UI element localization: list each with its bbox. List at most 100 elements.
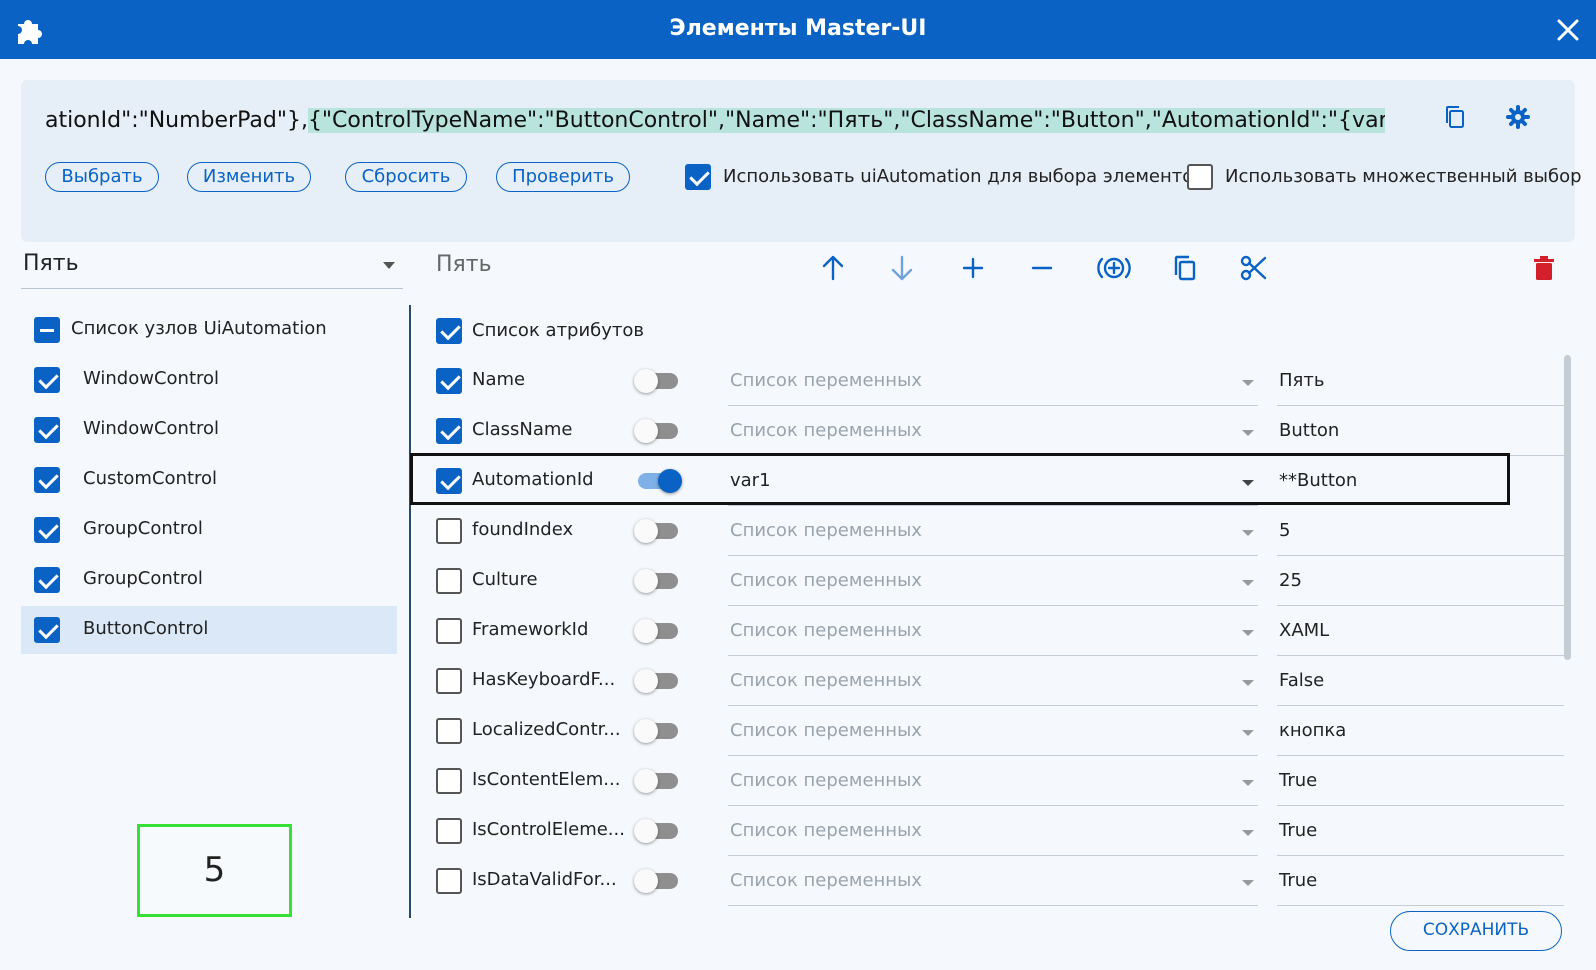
attribute-value-field[interactable]: True (1277, 760, 1564, 806)
gear-icon[interactable] (1505, 104, 1531, 130)
attribute-checkbox[interactable] (436, 418, 462, 444)
add-circle-icon[interactable] (1097, 254, 1131, 282)
copy-icon[interactable] (1443, 104, 1467, 130)
variable-placeholder: Список переменных (730, 620, 922, 641)
attribute-value-field[interactable]: 25 (1277, 560, 1564, 606)
attribute-value-field[interactable]: Button (1277, 410, 1564, 456)
attribute-value-field[interactable]: True (1277, 860, 1564, 906)
variable-toggle[interactable] (634, 619, 678, 643)
tree-node-checkbox[interactable] (34, 467, 60, 493)
variable-combo[interactable]: Список переменных (728, 560, 1258, 606)
attribute-row: Culture Список переменных 25 (412, 556, 1564, 606)
reset-button[interactable]: Сбросить (345, 162, 467, 192)
copy-icon[interactable] (1171, 254, 1199, 282)
variable-value: var1 (730, 470, 771, 491)
variable-toggle[interactable] (634, 569, 678, 593)
variable-toggle[interactable] (634, 419, 678, 443)
variable-placeholder: Список переменных (730, 870, 922, 891)
attributes-all-checkbox[interactable] (436, 318, 462, 344)
arrow-down-icon[interactable] (888, 254, 916, 282)
chevron-down-icon (1242, 630, 1254, 636)
variable-combo[interactable]: Список переменных (728, 610, 1258, 656)
variable-combo[interactable]: Список переменных (728, 360, 1258, 406)
variable-toggle[interactable] (638, 469, 682, 493)
check-button[interactable]: Проверить (496, 162, 630, 192)
attribute-value: False (1279, 670, 1325, 691)
tree-node-selected[interactable]: ButtonControl (21, 606, 397, 654)
select-button[interactable]: Выбрать (45, 162, 159, 192)
attribute-value-field[interactable]: кнопка (1277, 710, 1564, 756)
attribute-value-field[interactable]: **Button (1277, 460, 1564, 506)
selector-prefix: ationId":"NumberPad"}, (45, 108, 308, 133)
attribute-row: foundIndex Список переменных 5 (412, 506, 1564, 556)
trash-icon[interactable] (1530, 254, 1558, 282)
attribute-checkbox[interactable] (436, 618, 462, 644)
tree-node-checkbox[interactable] (34, 367, 60, 393)
variable-combo[interactable]: var1 (728, 460, 1258, 506)
chevron-down-icon (1242, 430, 1254, 436)
multi-select-checkbox[interactable] (1187, 164, 1213, 190)
scissors-icon[interactable] (1240, 254, 1268, 282)
attribute-value: **Button (1279, 470, 1358, 491)
tree-node[interactable]: GroupControl (21, 556, 397, 604)
selector-string[interactable]: ationId":"NumberPad"},{"ControlTypeName"… (45, 102, 1385, 140)
tree-root-checkbox[interactable] (34, 317, 60, 343)
attribute-value: 25 (1279, 570, 1302, 591)
attribute-name: IsControlEleme... (472, 819, 625, 840)
tree-node[interactable]: CustomControl (21, 456, 397, 504)
attribute-value-field[interactable]: True (1277, 810, 1564, 856)
variable-toggle[interactable] (634, 719, 678, 743)
attribute-checkbox[interactable] (436, 668, 462, 694)
attribute-checkbox[interactable] (436, 718, 462, 744)
edit-button[interactable]: Изменить (187, 162, 311, 192)
tree-node-checkbox[interactable] (34, 517, 60, 543)
minus-icon[interactable] (1028, 254, 1056, 282)
variable-combo[interactable]: Список переменных (728, 660, 1258, 706)
attribute-checkbox[interactable] (436, 818, 462, 844)
tree-root[interactable]: Список узлов UiAutomation (21, 306, 397, 354)
attribute-name: IsContentElem... (472, 769, 621, 790)
variable-toggle[interactable] (634, 819, 678, 843)
attribute-checkbox[interactable] (436, 768, 462, 794)
attribute-value-field[interactable]: Пять (1277, 360, 1564, 406)
chevron-down-icon (1242, 830, 1254, 836)
attribute-checkbox[interactable] (436, 368, 462, 394)
tree-node[interactable]: GroupControl (21, 506, 397, 554)
tree-node[interactable]: WindowControl (21, 406, 397, 454)
node-combo-value: Пять (23, 251, 79, 276)
attributes-scrollbar[interactable] (1564, 355, 1571, 660)
variable-combo[interactable]: Список переменных (728, 410, 1258, 456)
variable-combo[interactable]: Список переменных (728, 810, 1258, 856)
chevron-down-icon (1242, 780, 1254, 786)
variable-toggle[interactable] (634, 369, 678, 393)
variable-combo[interactable]: Список переменных (728, 510, 1258, 556)
attribute-row: ClassName Список переменных Button (412, 406, 1564, 456)
attribute-value: Button (1279, 420, 1340, 441)
attribute-value-field[interactable]: 5 (1277, 510, 1564, 556)
attribute-checkbox[interactable] (436, 868, 462, 894)
variable-combo[interactable]: Список переменных (728, 710, 1258, 756)
attribute-name: Culture (472, 569, 538, 590)
save-button[interactable]: СОХРАНИТЬ (1390, 911, 1562, 951)
tree-node-checkbox[interactable] (34, 567, 60, 593)
variable-combo[interactable]: Список переменных (728, 860, 1258, 906)
arrow-up-icon[interactable] (819, 254, 847, 282)
attribute-checkbox[interactable] (436, 518, 462, 544)
variable-toggle[interactable] (634, 669, 678, 693)
use-uiautomation-checkbox[interactable] (685, 164, 711, 190)
variable-toggle[interactable] (634, 869, 678, 893)
tree-node-checkbox[interactable] (34, 617, 60, 643)
attribute-value-field[interactable]: False (1277, 660, 1564, 706)
variable-toggle[interactable] (634, 519, 678, 543)
tree-node-checkbox[interactable] (34, 417, 60, 443)
attribute-checkbox[interactable] (436, 468, 462, 494)
variable-combo[interactable]: Список переменных (728, 760, 1258, 806)
attribute-value-field[interactable]: XAML (1277, 610, 1564, 656)
variable-toggle[interactable] (634, 769, 678, 793)
attribute-checkbox[interactable] (436, 568, 462, 594)
plus-icon[interactable] (959, 254, 987, 282)
chevron-down-icon (1242, 880, 1254, 886)
node-combo[interactable]: Пять (21, 245, 403, 289)
tree-node[interactable]: WindowControl (21, 356, 397, 404)
close-icon[interactable] (1556, 18, 1580, 42)
